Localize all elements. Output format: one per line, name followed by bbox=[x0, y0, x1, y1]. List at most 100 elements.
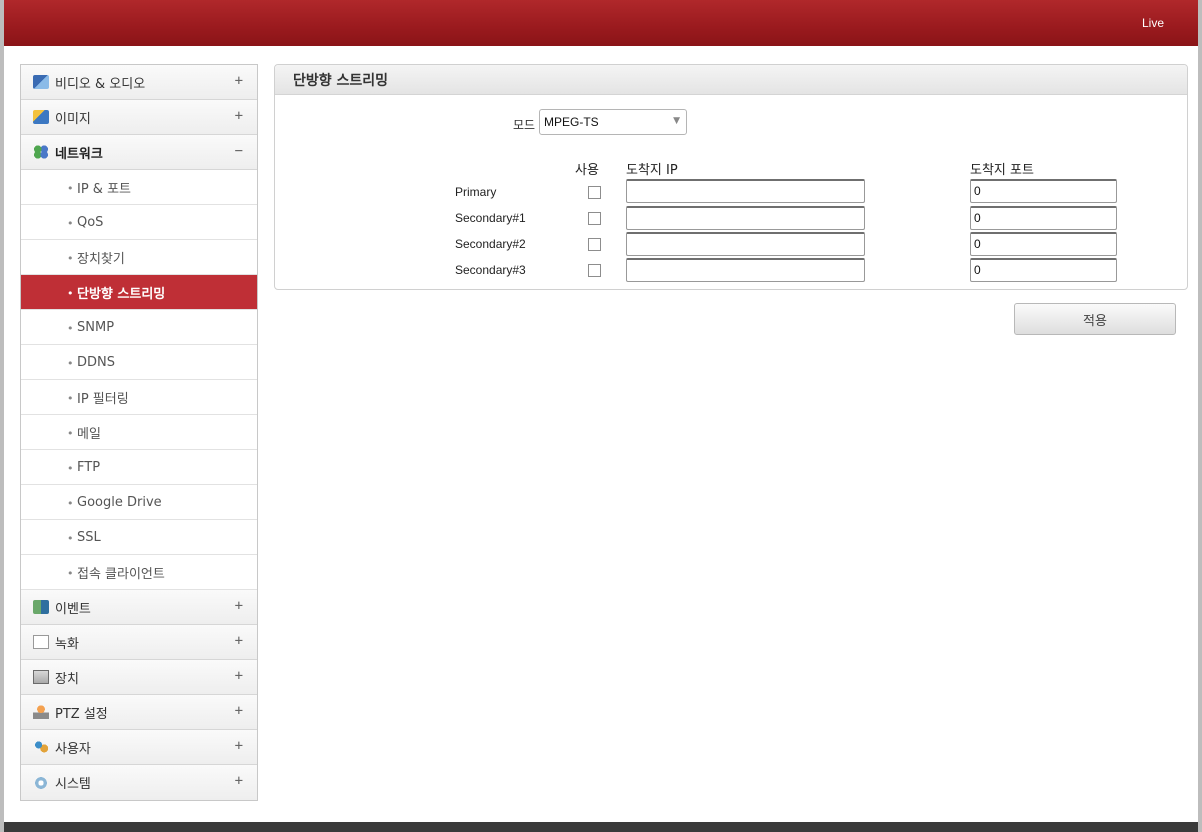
sidebar-item-label: 메일 bbox=[77, 426, 101, 442]
column-header-destination-ip: 도착지 IP bbox=[626, 163, 678, 178]
menu-user[interactable]: 사용자 + bbox=[21, 730, 257, 765]
user-icon bbox=[33, 740, 49, 754]
destination-port-input-secondary-3[interactable]: 0 bbox=[970, 258, 1117, 282]
sidebar-item-label: IP 필터링 bbox=[77, 391, 129, 407]
bullet-icon: • bbox=[67, 287, 74, 300]
bullet-icon: • bbox=[67, 217, 74, 230]
event-icon bbox=[33, 600, 49, 614]
ptz-icon bbox=[33, 705, 49, 719]
panel-header: 단방향 스트리밍 bbox=[275, 65, 1187, 95]
destination-ip-input-secondary-3[interactable] bbox=[626, 258, 865, 282]
column-header-use: 사용 bbox=[575, 163, 599, 178]
collapse-icon[interactable]: − bbox=[235, 143, 243, 159]
expand-icon[interactable]: + bbox=[235, 598, 243, 614]
row-label-secondary-1: Secondary#1 bbox=[455, 211, 526, 225]
menu-event[interactable]: 이벤트 + bbox=[21, 590, 257, 625]
sidebar-item-snmp[interactable]: • SNMP bbox=[21, 310, 257, 345]
menu-network[interactable]: 네트워크 − bbox=[21, 135, 257, 170]
device-icon bbox=[33, 670, 49, 684]
expand-icon[interactable]: + bbox=[235, 108, 243, 124]
system-icon bbox=[33, 775, 49, 790]
mode-select[interactable]: MPEG-TS ▼ bbox=[539, 109, 687, 135]
sidebar-item-unidirectional-streaming[interactable]: • 단방향 스트리밍 bbox=[21, 275, 257, 310]
expand-icon[interactable]: + bbox=[235, 668, 243, 684]
sidebar-item-device-discovery[interactable]: • 장치찾기 bbox=[21, 240, 257, 275]
mode-label: 모드 bbox=[513, 118, 536, 132]
bullet-icon: • bbox=[67, 497, 74, 510]
destination-ip-input-secondary-2[interactable] bbox=[626, 232, 865, 256]
sidebar-item-ssl[interactable]: • SSL bbox=[21, 520, 257, 555]
bullet-icon: • bbox=[67, 462, 74, 475]
sidebar-item-ip-filtering[interactable]: • IP 필터링 bbox=[21, 380, 257, 415]
destination-port-input-secondary-2[interactable]: 0 bbox=[970, 232, 1117, 256]
expand-icon[interactable]: + bbox=[235, 633, 243, 649]
sidebar-item-label: IP & 포트 bbox=[77, 181, 131, 197]
image-icon bbox=[33, 110, 49, 124]
row-label-secondary-3: Secondary#3 bbox=[455, 263, 526, 277]
destination-port-input-primary[interactable]: 0 bbox=[970, 179, 1117, 203]
menu-label: PTZ 설정 bbox=[55, 706, 108, 722]
sidebar: 비디오 & 오디오 + 이미지 + 네트워크 − • IP & 포트 • QoS… bbox=[20, 64, 258, 801]
row-label-secondary-2: Secondary#2 bbox=[455, 237, 526, 251]
bullet-icon: • bbox=[67, 567, 74, 580]
bullet-icon: • bbox=[67, 532, 74, 545]
bullet-icon: • bbox=[67, 357, 74, 370]
sidebar-item-label: FTP bbox=[77, 459, 101, 475]
expand-icon[interactable]: + bbox=[235, 73, 243, 89]
sidebar-item-label: 단방향 스트리밍 bbox=[77, 286, 166, 302]
menu-label: 시스템 bbox=[55, 777, 91, 792]
bullet-icon: • bbox=[67, 182, 74, 195]
destination-port-input-secondary-1[interactable]: 0 bbox=[970, 206, 1117, 230]
apply-button[interactable]: 적용 bbox=[1014, 303, 1176, 335]
sidebar-item-label: SSL bbox=[77, 529, 101, 545]
bullet-icon: • bbox=[67, 427, 74, 440]
menu-label: 네트워크 bbox=[55, 146, 103, 162]
column-header-destination-port: 도착지 포트 bbox=[970, 163, 1034, 178]
expand-icon[interactable]: + bbox=[235, 703, 243, 719]
live-link[interactable]: Live bbox=[1142, 16, 1164, 30]
sidebar-item-ip-port[interactable]: • IP & 포트 bbox=[21, 170, 257, 205]
sidebar-item-label: QoS bbox=[77, 214, 104, 230]
streaming-panel: 단방향 스트리밍 모드 MPEG-TS ▼ 사용 도착지 IP 도착지 포트 P… bbox=[274, 64, 1188, 290]
sidebar-item-label: SNMP bbox=[77, 319, 115, 335]
bullet-icon: • bbox=[67, 392, 74, 405]
row-label-primary: Primary bbox=[455, 185, 497, 199]
menu-label: 이벤트 bbox=[55, 601, 91, 617]
page-title: 단방향 스트리밍 bbox=[293, 72, 389, 89]
use-checkbox-secondary-2[interactable] bbox=[588, 238, 601, 251]
menu-device[interactable]: 장치 + bbox=[21, 660, 257, 695]
expand-icon[interactable]: + bbox=[235, 773, 243, 789]
expand-icon[interactable]: + bbox=[235, 738, 243, 754]
menu-label: 이미지 bbox=[55, 111, 91, 127]
sidebar-item-label: 장치찾기 bbox=[77, 251, 125, 267]
destination-ip-input-primary[interactable] bbox=[626, 179, 865, 203]
menu-system[interactable]: 시스템 + bbox=[21, 765, 257, 800]
chevron-down-icon: ▼ bbox=[673, 116, 680, 126]
use-checkbox-primary[interactable] bbox=[588, 186, 601, 199]
menu-ptz-settings[interactable]: PTZ 설정 + bbox=[21, 695, 257, 730]
sidebar-item-label: DDNS bbox=[77, 354, 115, 370]
record-icon bbox=[33, 635, 49, 649]
sidebar-item-google-drive[interactable]: • Google Drive bbox=[21, 485, 257, 520]
menu-video-audio[interactable]: 비디오 & 오디오 + bbox=[21, 65, 257, 100]
menu-recording[interactable]: 녹화 + bbox=[21, 625, 257, 660]
use-checkbox-secondary-3[interactable] bbox=[588, 264, 601, 277]
bullet-icon: • bbox=[67, 322, 74, 335]
menu-label: 사용자 bbox=[55, 741, 91, 757]
use-checkbox-secondary-1[interactable] bbox=[588, 212, 601, 225]
app-frame: Live 비디오 & 오디오 + 이미지 + 네트워크 − • IP & 포트 … bbox=[0, 0, 1202, 832]
top-bar: Live bbox=[4, 0, 1198, 46]
sidebar-item-ddns[interactable]: • DDNS bbox=[21, 345, 257, 380]
menu-image[interactable]: 이미지 + bbox=[21, 100, 257, 135]
sidebar-item-qos[interactable]: • QoS bbox=[21, 205, 257, 240]
menu-label: 장치 bbox=[55, 671, 79, 687]
sidebar-item-label: Google Drive bbox=[77, 494, 162, 510]
sidebar-item-connected-clients[interactable]: • 접속 클라이언트 bbox=[21, 555, 257, 590]
bottom-bar bbox=[4, 822, 1198, 832]
sidebar-item-mail[interactable]: • 메일 bbox=[21, 415, 257, 450]
mode-select-value: MPEG-TS bbox=[544, 115, 599, 129]
destination-ip-input-secondary-1[interactable] bbox=[626, 206, 865, 230]
network-icon bbox=[33, 145, 49, 159]
sidebar-item-ftp[interactable]: • FTP bbox=[21, 450, 257, 485]
video-audio-icon bbox=[33, 75, 49, 89]
